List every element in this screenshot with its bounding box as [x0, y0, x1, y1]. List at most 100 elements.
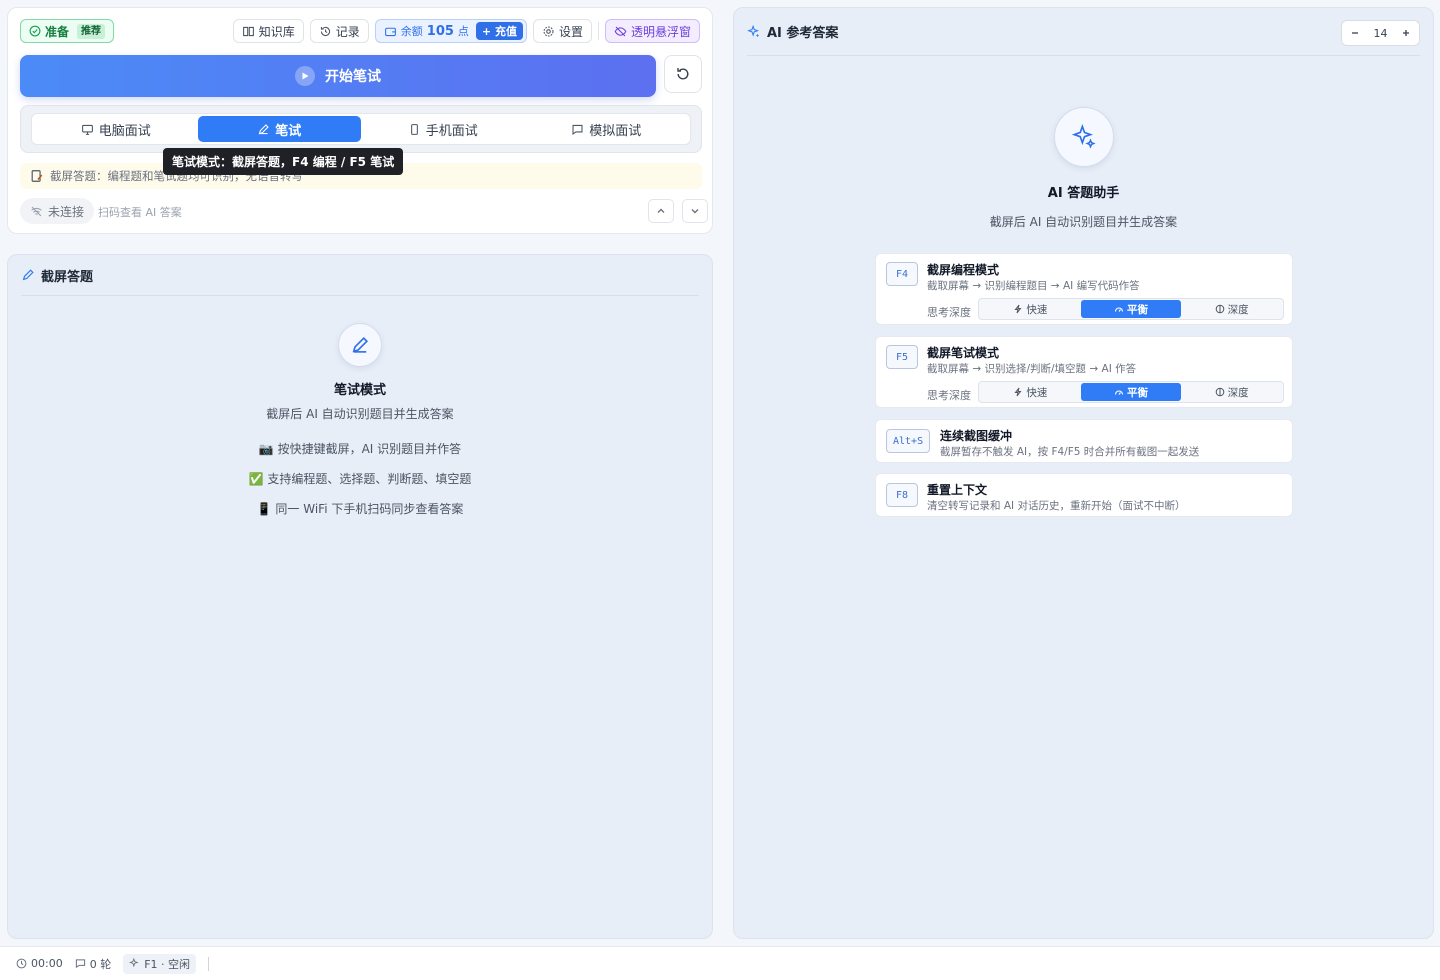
- control-card: 准备 推荐 知识库 记录 余额 105 点 + 充值 设置 透明悬浮窗 开始笔试…: [7, 7, 713, 234]
- transparent-float-window-button[interactable]: 透明悬浮窗: [604, 19, 700, 43]
- depth-deep-label: 深度: [1227, 303, 1249, 316]
- gauge-icon: [1114, 387, 1124, 397]
- empty-state-subtitle: 截屏后 AI 自动识别题目并生成答案: [266, 407, 454, 421]
- ready-status: 准备 推荐: [20, 19, 115, 43]
- empty-state-title: 笔试模式: [333, 383, 386, 398]
- status-divider: [208, 956, 210, 971]
- brain-icon: [1215, 387, 1225, 397]
- shortcut-card-alt-s[interactable]: Alt+S 连续截图缓冲 截屏暂存不触发 AI，按 F4/F5 时合并所有截图一…: [875, 419, 1293, 463]
- refresh-icon: [675, 66, 691, 82]
- chevron-up-icon: [656, 206, 666, 216]
- shortcut-title: 截屏编程模式: [927, 263, 1000, 277]
- mode-tooltip: 笔试模式：截屏答题，F4 编程 / F5 笔试: [163, 148, 404, 175]
- feature-bullet: 📱 同一 WiFi 下手机扫码同步查看答案: [256, 502, 464, 516]
- mode-selector: 电脑面试 笔试 手机面试 模拟面试: [20, 105, 702, 153]
- tab-phone-interview[interactable]: 手机面试: [361, 116, 525, 142]
- history-button[interactable]: 记录: [309, 19, 369, 43]
- wifi-off-icon: [30, 205, 43, 218]
- top-toolbar: 准备 推荐 知识库 记录 余额 105 点 + 充值 设置 透明悬浮窗: [20, 18, 700, 44]
- ready-status-label: 准备: [45, 24, 70, 39]
- toolbar-divider: [597, 22, 599, 40]
- ai-panel-header: AI 参考答案: [747, 8, 1420, 56]
- history-label: 记录: [335, 24, 360, 39]
- depth-label: 思考深度: [927, 306, 971, 319]
- shortcut-desc: 清空转写记录和 AI 对话历史，重新开始（面试不中断）: [927, 500, 1186, 512]
- plus-icon[interactable]: [1401, 28, 1411, 38]
- balance-indicator: 余额 105 点 + 充值: [374, 19, 527, 43]
- float-window-label: 透明悬浮窗: [630, 24, 691, 39]
- settings-button[interactable]: 设置: [532, 19, 592, 43]
- shortcut-card-f4[interactable]: F4 截屏编程模式 截取屏幕 → 识别编程题目 → AI 编写代码作答 思考深度…: [875, 253, 1293, 325]
- tab-desktop-interview[interactable]: 电脑面试: [34, 116, 198, 142]
- clock-icon: [16, 958, 27, 969]
- sparkle-icon: [1053, 107, 1114, 167]
- recharge-button[interactable]: + 充值: [475, 22, 523, 40]
- depth-balanced-option[interactable]: 平衡: [1080, 300, 1182, 318]
- sparkle-icon: [129, 958, 140, 969]
- depth-fast-option[interactable]: 快速: [980, 383, 1081, 401]
- pen-icon: [257, 123, 270, 136]
- chat-icon: [75, 958, 86, 969]
- shortcut-desc: 截取屏幕 → 识别选择/判断/填空题 → AI 作答: [927, 363, 1137, 375]
- depth-label: 思考深度: [927, 389, 971, 402]
- knowledge-base-label: 知识库: [258, 24, 295, 39]
- start-exam-label: 开始笔试: [325, 69, 381, 85]
- shortcut-title: 连续截图缓冲: [940, 429, 1013, 443]
- depth-fast-option[interactable]: 快速: [980, 300, 1081, 318]
- tab-desktop-interview-label: 电脑面试: [98, 123, 151, 139]
- ai-assistant-intro: AI 答题助手 截屏后 AI 自动识别题目并生成答案: [734, 107, 1433, 230]
- shortcut-key: F4: [886, 262, 918, 286]
- bolt-icon: [1013, 387, 1023, 397]
- font-size-stepper: 14: [1341, 20, 1420, 46]
- reset-button[interactable]: [664, 55, 702, 93]
- tab-written-exam[interactable]: 笔试: [197, 116, 361, 142]
- balance-unit: 点: [457, 25, 469, 38]
- timer-value: 00:00: [31, 957, 63, 970]
- depth-balanced-label: 平衡: [1127, 386, 1148, 399]
- bolt-icon: [1013, 304, 1023, 314]
- connection-status[interactable]: 未连接: [20, 198, 95, 224]
- shortcut-card-f5[interactable]: F5 截屏笔试模式 截取屏幕 → 识别选择/判断/填空题 → AI 作答 思考深…: [875, 336, 1293, 408]
- depth-deep-label: 深度: [1227, 386, 1249, 399]
- feature-bullet: ✅ 支持编程题、选择题、判断题、填空题: [248, 472, 472, 486]
- pen-icon: [21, 268, 35, 282]
- depth-balanced-label: 平衡: [1127, 303, 1148, 316]
- scroll-up-button[interactable]: [648, 199, 674, 223]
- ai-panel-title: AI 参考答案: [767, 26, 839, 41]
- feature-bullet: 📷 按快捷键截屏，AI 识别题目并作答: [258, 442, 462, 456]
- depth-selector: 快速 平衡 深度: [978, 298, 1284, 320]
- balance-prefix: 余额: [400, 25, 423, 38]
- knowledge-base-button[interactable]: 知识库: [232, 19, 304, 43]
- connection-status-label: 未连接: [48, 204, 85, 219]
- depth-deep-option[interactable]: 深度: [1181, 300, 1282, 318]
- brain-icon: [1215, 304, 1225, 314]
- check-circle-icon: [29, 25, 41, 37]
- shortcut-title: 截屏笔试模式: [927, 346, 1000, 360]
- shortcut-key: F5: [886, 345, 918, 369]
- shortcut-card-f8[interactable]: F8 重置上下文 清空转写记录和 AI 对话历史，重新开始（面试不中断）: [875, 473, 1293, 517]
- assistant-title: AI 答题助手: [1047, 186, 1120, 201]
- timer: 00:00: [16, 957, 63, 970]
- minus-icon[interactable]: [1350, 28, 1360, 38]
- depth-deep-option[interactable]: 深度: [1181, 383, 1282, 401]
- shortcut-key: F8: [886, 483, 918, 507]
- start-exam-button[interactable]: 开始笔试: [20, 55, 656, 97]
- hotkey-state-label: F1 · 空闲: [144, 957, 191, 971]
- depth-balanced-option[interactable]: 平衡: [1080, 383, 1182, 401]
- settings-label: 设置: [558, 24, 583, 39]
- play-icon: [295, 66, 315, 86]
- screenshot-panel-header: 截屏答题: [21, 255, 699, 296]
- ai-answer-panel: AI 参考答案 14 AI 答题助手 截屏后 AI 自动识别题目并生成答案 F4…: [733, 7, 1434, 939]
- tab-written-exam-label: 笔试: [275, 123, 302, 139]
- gear-icon: [542, 25, 555, 38]
- chat-icon: [571, 123, 584, 136]
- font-size-value: 14: [1373, 26, 1388, 40]
- assistant-subtitle: 截屏后 AI 自动识别题目并生成答案: [989, 215, 1178, 229]
- shortcut-title: 重置上下文: [927, 483, 988, 497]
- tab-phone-interview-label: 手机面试: [425, 123, 478, 139]
- eye-off-icon: [614, 25, 627, 38]
- screenshot-answer-panel: 截屏答题 笔试模式 截屏后 AI 自动识别题目并生成答案 📷 按快捷键截屏，AI…: [7, 254, 713, 939]
- scroll-down-button[interactable]: [682, 199, 708, 223]
- connection-hint: 扫码查看 AI 答案: [98, 206, 182, 219]
- tab-mock-interview[interactable]: 模拟面试: [525, 116, 689, 142]
